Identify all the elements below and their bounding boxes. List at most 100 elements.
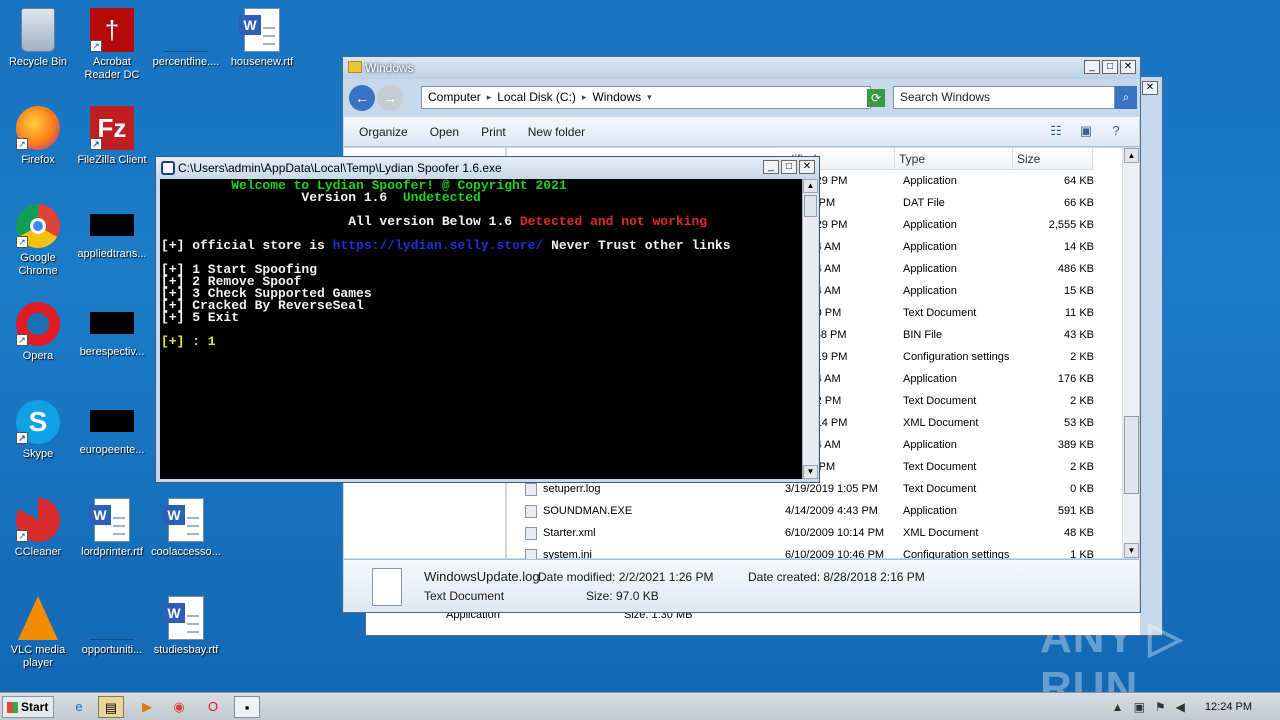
scroll-up-icon[interactable]: ▲	[1124, 148, 1139, 163]
europeente-shortcut-icon[interactable]: europeente...	[74, 400, 150, 457]
explorer-titlebar[interactable]: Windows _ □ ✕	[343, 57, 1140, 79]
file-icon	[525, 483, 537, 496]
organize-button[interactable]: Organize	[359, 125, 408, 139]
table-row[interactable]: Starter.xml 6/10/2009 10:14 PM XML Documen…	[507, 522, 1121, 544]
file-size: 11 KB	[1064, 307, 1094, 319]
back-arrow-icon[interactable]: ←	[349, 85, 375, 111]
minimize-button[interactable]: _	[1084, 60, 1100, 74]
file-list-scrollbar[interactable]: ▲ ▼	[1122, 148, 1139, 558]
minimize-button[interactable]: _	[763, 160, 779, 174]
chrome-taskbar-icon[interactable]: ◉	[166, 696, 192, 718]
filezilla-icon[interactable]: Fz ↗ FileZilla Client	[74, 106, 150, 167]
console-prompt: [+] : 1	[161, 334, 216, 349]
column-size[interactable]: Size	[1013, 148, 1093, 170]
view-options-icon[interactable]: ☷	[1047, 123, 1065, 139]
chevron-down-icon[interactable]: ▾	[647, 87, 652, 108]
housenew-rtf-icon[interactable]: W housenew.rtf	[224, 8, 300, 69]
close-button[interactable]: ✕	[799, 160, 815, 174]
column-type[interactable]: Type	[895, 148, 1013, 170]
address-bar[interactable]: Computer ▸ Local Disk (C:) ▸ Windows ▾	[421, 86, 871, 109]
coolaccesso-icon[interactable]: W coolaccesso...	[148, 498, 224, 559]
acrobat-reader-icon[interactable]: † ↗ Acrobat Reader DC	[74, 8, 150, 82]
recycle-bin-icon[interactable]: Recycle Bin	[0, 8, 76, 69]
network-icon[interactable]: ▣	[1134, 700, 1145, 714]
opera-taskbar-icon[interactable]: O	[200, 696, 226, 718]
file-type: XML Document	[903, 417, 979, 429]
studiesbay-rtf-icon[interactable]: W studiesbay.rtf	[148, 596, 224, 657]
breadcrumb-windows[interactable]: Windows	[592, 87, 641, 108]
scroll-thumb[interactable]	[804, 195, 817, 217]
start-button[interactable]: Start	[2, 696, 54, 718]
close-button[interactable]: ✕	[1120, 60, 1136, 74]
tray-expand-icon[interactable]: ▲	[1112, 700, 1124, 714]
help-icon[interactable]: ?	[1107, 123, 1125, 139]
maximize-button[interactable]: □	[781, 160, 797, 174]
refresh-icon[interactable]: ⟳	[867, 89, 885, 107]
search-icon[interactable]: ⌕	[1115, 86, 1137, 109]
search-input[interactable]: Search Windows	[893, 86, 1115, 109]
forward-arrow-icon[interactable]: →	[377, 85, 403, 111]
table-row[interactable]: SOUNDMAN.EXE 4/14/2009 4:43 PM Application…	[507, 500, 1121, 522]
file-size: 176 KB	[1057, 373, 1094, 385]
file-size: 0 KB	[1070, 483, 1094, 495]
berespectiv-shortcut-icon[interactable]: berespectiv...	[74, 302, 150, 359]
firefox-icon[interactable]: ↗ Firefox	[0, 106, 76, 167]
console-below-label: All version Below 1.6	[161, 214, 520, 229]
percentfine-shortcut-icon[interactable]: percentfine....	[148, 8, 224, 69]
file-type: Application	[903, 219, 957, 231]
close-icon[interactable]: ✕	[1142, 81, 1158, 95]
folder-icon	[348, 61, 362, 73]
file-type: BIN File	[903, 329, 943, 341]
details-pane: WindowsUpdate.log Date modified: 2/2/202…	[344, 559, 1139, 612]
console-store-url: https://lydian.selly.store/	[332, 238, 544, 253]
file-name: Starter.xml	[543, 527, 596, 539]
breadcrumb-computer[interactable]: Computer	[428, 87, 481, 108]
scroll-thumb[interactable]	[1124, 416, 1139, 494]
desktop: Recycle Bin † ↗ Acrobat Reader DC percent…	[0, 0, 1280, 712]
command-bar: Organize Open Print New folder ☷ ▣ ?	[344, 117, 1139, 147]
opportuniti-shortcut-icon[interactable]: opportuniti...	[74, 596, 150, 657]
open-button[interactable]: Open	[430, 125, 459, 139]
file-type: Application	[903, 263, 957, 275]
ccleaner-icon[interactable]: ↗ CCleaner	[0, 498, 76, 559]
volume-icon[interactable]: ◀	[1176, 700, 1185, 714]
opera-icon[interactable]: ↗ Opera	[0, 302, 76, 363]
console-scrollbar[interactable]: ▲ ▼	[802, 179, 818, 479]
ie-icon[interactable]: e	[66, 696, 92, 718]
breadcrumb-local-disk[interactable]: Local Disk (C:)	[497, 87, 576, 108]
console-menu-item: [+] 5 Exit	[161, 310, 240, 325]
console-taskbar-icon[interactable]: ▪	[234, 696, 260, 718]
flag-icon[interactable]: ⚑	[1155, 700, 1166, 714]
clock[interactable]: 12:24 PM	[1205, 701, 1252, 713]
maximize-button[interactable]: □	[1102, 60, 1118, 74]
details-filename: WindowsUpdate.log	[424, 569, 540, 584]
console-titlebar[interactable]: C:\Users\admin\AppData\Local\Temp\Lydian…	[156, 157, 819, 179]
scroll-down-icon[interactable]: ▼	[1124, 543, 1139, 558]
file-size: 2 KB	[1070, 395, 1094, 407]
appliedtrans-shortcut-icon[interactable]: appliedtrans...	[74, 204, 150, 261]
address-row: ← → Computer ▸ Local Disk (C:) ▸ Windows…	[347, 83, 1137, 113]
scroll-up-icon[interactable]: ▲	[803, 179, 818, 193]
skype-icon[interactable]: S ↗ Skype	[0, 400, 76, 461]
file-type: Application	[903, 439, 957, 451]
scroll-down-icon[interactable]: ▼	[803, 465, 818, 479]
vlc-icon[interactable]: VLC media player	[0, 596, 76, 670]
windows-logo-icon	[7, 702, 18, 713]
console-window: C:\Users\admin\AppData\Local\Temp\Lydian…	[155, 156, 820, 483]
console-shield-icon	[161, 161, 175, 175]
file-type: Application	[903, 505, 957, 517]
file-type: Text Document	[903, 307, 977, 319]
chrome-icon[interactable]: ↗ Google Chrome	[0, 204, 76, 278]
lordprinter-rtf-icon[interactable]: W lordprinter.rtf	[74, 498, 150, 559]
explorer-taskbar-icon[interactable]: ▤	[98, 696, 124, 718]
file-size: 48 KB	[1064, 527, 1094, 539]
media-player-icon[interactable]: ▶	[134, 696, 160, 718]
explorer-title: Windows	[365, 61, 414, 75]
details-filetype: Text Document	[424, 589, 505, 603]
print-button[interactable]: Print	[481, 125, 506, 139]
preview-pane-icon[interactable]: ▣	[1077, 123, 1095, 139]
console-output[interactable]: Welcome to Lydian Spoofer! @ Copyright 2…	[160, 179, 802, 479]
file-type: Configuration settings	[903, 351, 1010, 363]
file-type: Application	[903, 175, 957, 187]
new-folder-button[interactable]: New folder	[528, 125, 585, 139]
